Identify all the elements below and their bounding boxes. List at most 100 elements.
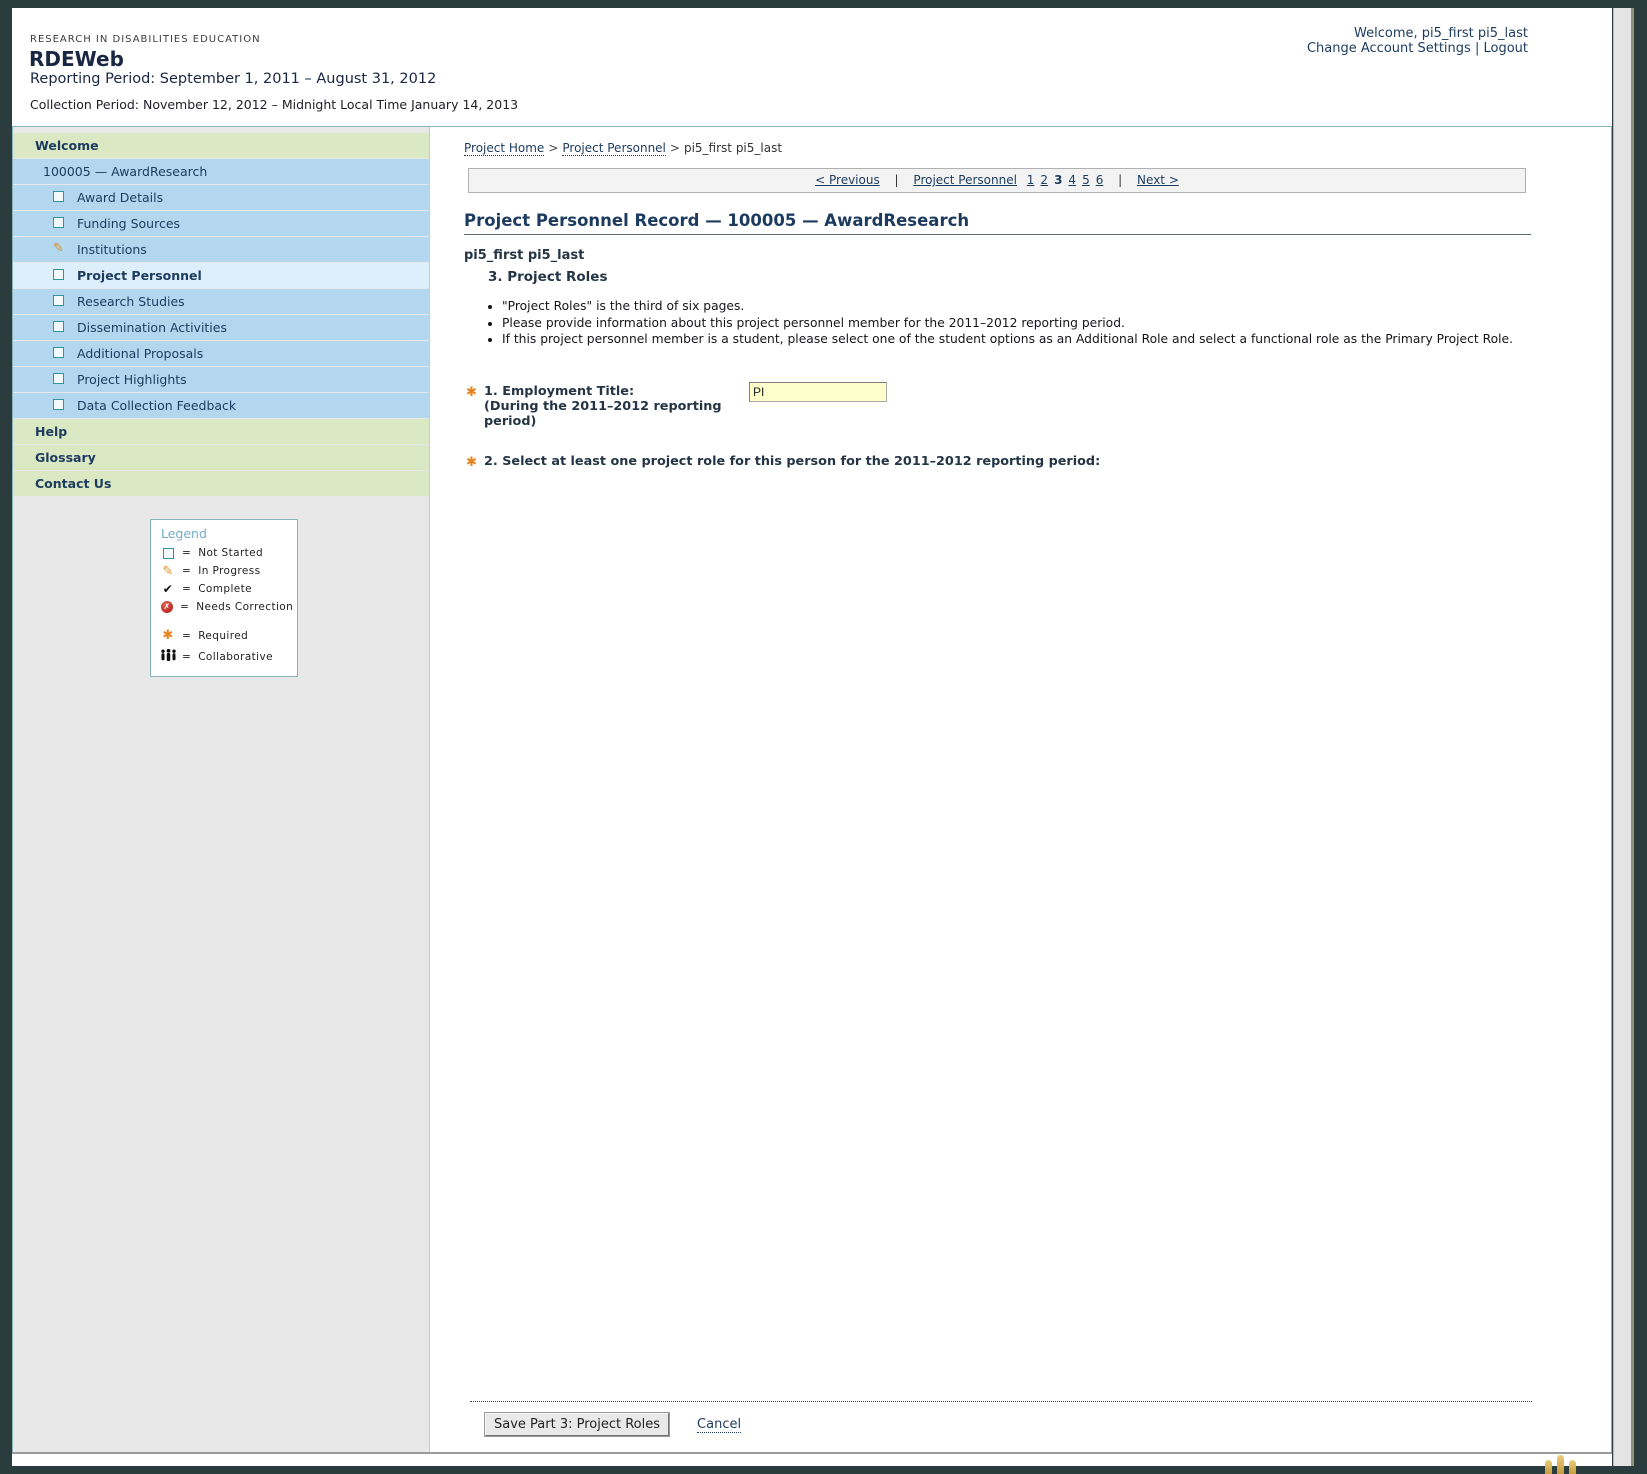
footer-logo-fragment	[1545, 1455, 1576, 1474]
sidebar-item-glossary[interactable]: Glossary	[13, 445, 429, 470]
next-page-link[interactable]: Next >	[1137, 173, 1179, 187]
equals-sign: =	[182, 583, 191, 595]
not-started-icon	[53, 269, 64, 280]
sidebar-item-help[interactable]: Help	[13, 419, 429, 444]
sidebar-item-research-studies[interactable]: Research Studies	[13, 289, 429, 314]
sidebar-item-label: Research Studies	[77, 294, 185, 309]
legend-label: Collaborative	[198, 651, 273, 663]
role-question-label: 2. Select at least one project role for …	[484, 454, 1100, 469]
sidebar-item-funding-sources[interactable]: Funding Sources	[13, 211, 429, 236]
legend-label: Not Started	[198, 547, 263, 559]
legend-label: Required	[198, 630, 248, 642]
sidebar-item-label: Help	[35, 424, 67, 439]
breadcrumb-project-home[interactable]: Project Home	[464, 141, 544, 156]
account-area: Welcome, pi5_first pi5_last Change Accou…	[1307, 26, 1528, 56]
page-number-link[interactable]: 1	[1027, 173, 1035, 187]
complete-icon: ✔	[163, 583, 173, 595]
bottom-divider	[12, 1452, 1612, 1454]
instruction-item: If this project personnel member is a st…	[502, 332, 1572, 346]
sidebar-item-label: Additional Proposals	[77, 346, 203, 361]
welcome-text: Welcome, pi5_first pi5_last	[1307, 26, 1528, 41]
pagination-bar: < Previous | Project Personnel 123456 | …	[468, 168, 1526, 193]
legend-row-not-started: = Not Started	[161, 547, 289, 559]
links-separator: |	[1475, 41, 1479, 56]
legend-label: In Progress	[198, 565, 260, 577]
save-button[interactable]: Save Part 3: Project Roles	[485, 1413, 669, 1436]
legend-row-required: ✱ = Required	[161, 628, 289, 643]
app-title: RDEWeb	[29, 47, 124, 71]
page-number-links: 123456	[1024, 173, 1107, 187]
sidebar-nav: Welcome 100005 — AwardResearch Award Detai…	[13, 127, 429, 496]
instruction-item: Please provide information about this pr…	[502, 316, 1572, 330]
project-personnel-link[interactable]: Project Personnel	[913, 173, 1017, 187]
page-number-link[interactable]: 6	[1096, 173, 1104, 187]
breadcrumb-project-personnel[interactable]: Project Personnel	[562, 141, 666, 156]
legend-row-collaborative: = Collaborative	[161, 649, 289, 664]
main-area: Welcome 100005 — AwardResearch Award Detai…	[12, 126, 1612, 1453]
instruction-item: "Project Roles" is the third of six page…	[502, 299, 1572, 313]
change-account-settings-link[interactable]: Change Account Settings	[1307, 41, 1471, 56]
previous-page-link[interactable]: < Previous	[815, 173, 880, 187]
legend-title: Legend	[161, 526, 289, 541]
equals-sign: =	[182, 630, 191, 642]
equals-sign: =	[182, 565, 191, 577]
employment-title-label: 1. Employment Title: (During the 2011–20…	[484, 384, 721, 429]
sidebar-item-label: Welcome	[35, 138, 99, 153]
not-started-icon	[53, 373, 64, 384]
pagination-separator: |	[1118, 173, 1122, 187]
required-icon: ✱	[466, 385, 477, 400]
pagination-separator: |	[895, 173, 899, 187]
page-title: Project Personnel Record — 100005 — Awar…	[464, 211, 1531, 235]
sidebar: Welcome 100005 — AwardResearch Award Detai…	[13, 127, 430, 1453]
footer-divider	[470, 1401, 1532, 1402]
employment-title-input[interactable]	[749, 382, 887, 402]
not-started-icon	[53, 295, 64, 306]
needs-correction-icon: ✗	[161, 601, 173, 613]
equals-sign: =	[182, 547, 191, 559]
legend-box: Legend =Not Started✎=In Progress✔=Comple…	[150, 519, 298, 677]
collection-period: Collection Period: November 12, 2012 – M…	[30, 97, 518, 112]
sidebar-item-label: Contact Us	[35, 476, 111, 491]
cancel-link[interactable]: Cancel	[697, 1417, 741, 1433]
sidebar-item-label: Dissemination Activities	[77, 320, 227, 335]
legend-row-complete: ✔ = Complete	[161, 583, 289, 595]
sidebar-item-label: Award Details	[77, 190, 163, 205]
equals-sign: =	[182, 651, 191, 663]
page-number-link[interactable]: 2	[1040, 173, 1048, 187]
sidebar-item-label: Project Highlights	[77, 372, 187, 387]
page-number-link[interactable]: 4	[1068, 173, 1076, 187]
section-heading: 3. Project Roles	[488, 269, 607, 285]
required-icon: ✱	[162, 628, 173, 643]
sidebar-item-data-collection-feedback[interactable]: Data Collection Feedback	[13, 393, 429, 418]
sidebar-item-100005-awardresearch[interactable]: 100005 — AwardResearch	[13, 159, 429, 184]
legend-row-needs-correction: ✗=Needs Correction	[161, 601, 289, 613]
not-started-icon	[53, 217, 64, 228]
legend-label: Complete	[198, 583, 252, 595]
sidebar-item-project-highlights[interactable]: Project Highlights	[13, 367, 429, 392]
sidebar-item-dissemination-activities[interactable]: Dissemination Activities	[13, 315, 429, 340]
sidebar-item-contact-us[interactable]: Contact Us	[13, 471, 429, 496]
collaborative-icon	[160, 649, 177, 664]
person-name: pi5_first pi5_last	[464, 248, 584, 263]
breadcrumb: Project Home>Project Personnel>pi5_first…	[464, 141, 782, 155]
not-started-icon	[53, 321, 64, 332]
not-started-icon	[53, 347, 64, 358]
page-number-link[interactable]: 5	[1082, 173, 1090, 187]
sidebar-item-award-details[interactable]: Award Details	[13, 185, 429, 210]
page: RESEARCH IN DISABILITIES EDUCATION RDEWe…	[12, 8, 1612, 1466]
sidebar-item-label: 100005 — AwardResearch	[43, 164, 207, 179]
sidebar-item-additional-proposals[interactable]: Additional Proposals	[13, 341, 429, 366]
not-started-icon	[53, 399, 64, 410]
sidebar-item-project-personnel[interactable]: Project Personnel	[13, 263, 429, 288]
in-progress-icon: ✎	[53, 243, 64, 254]
sidebar-item-welcome[interactable]: Welcome	[13, 133, 429, 158]
not-started-icon	[163, 548, 174, 559]
legend-row-in-progress: ✎=In Progress	[161, 565, 289, 577]
legend-marker-items: ✱ = Required = Collaborative	[161, 628, 289, 664]
required-icon: ✱	[466, 455, 477, 470]
sidebar-item-label: Funding Sources	[77, 216, 180, 231]
brand-label: RESEARCH IN DISABILITIES EDUCATION	[30, 34, 261, 45]
logout-link[interactable]: Logout	[1483, 41, 1528, 56]
sidebar-item-institutions[interactable]: ✎Institutions	[13, 237, 429, 262]
instructions-list: "Project Roles" is the third of six page…	[502, 299, 1572, 349]
